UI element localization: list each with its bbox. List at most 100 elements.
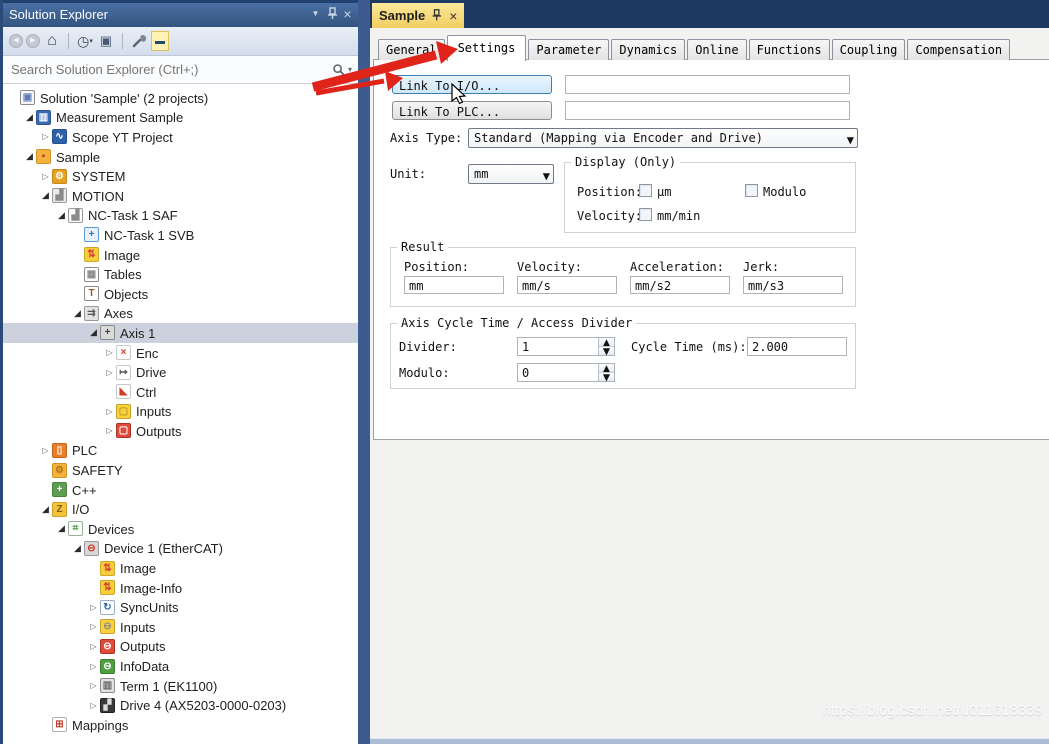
tree-item-devices[interactable]: ◢ ⌗ Devices xyxy=(3,519,358,539)
tree-item-solution-sample-2-projects[interactable]: ▣ Solution 'Sample' (2 projects) xyxy=(3,88,358,108)
tree-item-syncunits[interactable]: ▷ ↻ SyncUnits xyxy=(3,597,358,617)
tree-item-device-1-ethercat[interactable]: ◢ ⊖ Device 1 (EtherCAT) xyxy=(3,539,358,559)
unit-dropdown[interactable]: mm ▼ xyxy=(468,164,554,184)
tree-item-image[interactable]: ⇅ Image xyxy=(3,245,358,265)
tree-item-measurement-sample[interactable]: ◢ ▥ Measurement Sample xyxy=(3,108,358,128)
tree-item-plc[interactable]: ▷ ▯ PLC xyxy=(3,441,358,461)
tree-item-c[interactable]: + C++ xyxy=(3,480,358,500)
tree-item-inputs[interactable]: ▷ ▢ Inputs xyxy=(3,402,358,422)
tree-item-axis-1[interactable]: ◢ + Axis 1 xyxy=(3,323,358,343)
pin-icon[interactable] xyxy=(432,9,442,22)
sync-with-active-document-icon[interactable]: ◷ ▾ xyxy=(76,31,94,51)
link-to-io-value-field[interactable] xyxy=(565,75,850,94)
tree-item-motion[interactable]: ◢ ▟ MOTION xyxy=(3,186,358,206)
tree-item-outputs[interactable]: ▷ ▢ Outputs xyxy=(3,421,358,441)
search-options-caret-icon[interactable]: ▾ xyxy=(346,65,358,74)
expand-arrow-icon[interactable]: ▷ xyxy=(87,642,100,651)
tree-item-drive[interactable]: ▷ ↦ Drive xyxy=(3,362,358,382)
collapse-arrow-icon[interactable]: ◢ xyxy=(55,523,68,534)
close-icon[interactable]: × xyxy=(449,9,457,23)
tree-item-drive-4-ax5203-0000-0203[interactable]: ▷ ▞ Drive 4 (AX5203-0000-0203) xyxy=(3,695,358,715)
expand-arrow-icon[interactable]: ▷ xyxy=(103,368,116,377)
tree-item-objects[interactable]: T Objects xyxy=(3,284,358,304)
tab-online[interactable]: Online xyxy=(687,39,747,60)
close-icon[interactable]: × xyxy=(341,6,358,22)
stepper-arrows-icon[interactable]: ▲ ▼ xyxy=(598,336,614,357)
collapse-all-icon[interactable]: ▬ xyxy=(151,31,169,51)
link-to-plc-value-field[interactable] xyxy=(565,101,850,120)
home-icon[interactable]: ⌂ xyxy=(43,31,61,51)
expand-arrow-icon[interactable]: ▷ xyxy=(39,446,52,455)
tree-item-enc[interactable]: ▷ × Enc xyxy=(3,343,358,363)
expand-arrow-icon[interactable]: ▷ xyxy=(87,681,100,690)
document-tab-sample[interactable]: Sample × xyxy=(372,3,465,28)
tree-item-mappings[interactable]: ⊞ Mappings xyxy=(3,715,358,735)
collapse-arrow-icon[interactable]: ◢ xyxy=(71,308,84,319)
collapse-arrow-icon[interactable]: ◢ xyxy=(55,210,68,221)
tree-item-safety[interactable]: ⚙ SAFETY xyxy=(3,460,358,480)
tree-item-outputs[interactable]: ▷ ⊖ Outputs xyxy=(3,637,358,657)
expand-arrow-icon[interactable]: ▷ xyxy=(87,662,100,671)
collapse-arrow-icon[interactable]: ◢ xyxy=(39,504,52,515)
properties-wrench-icon[interactable] xyxy=(130,31,148,51)
tree-item-term-1-ek1100[interactable]: ▷ ▥ Term 1 (EK1100) xyxy=(3,676,358,696)
tree-item-image-info[interactable]: ⇅ Image-Info xyxy=(3,578,358,598)
expand-arrow-icon[interactable]: ▷ xyxy=(103,426,116,435)
pin-icon[interactable] xyxy=(324,6,341,21)
tree-item-ctrl[interactable]: ◣ Ctrl xyxy=(3,382,358,402)
expand-arrow-icon[interactable]: ▷ xyxy=(39,172,52,181)
tab-functions[interactable]: Functions xyxy=(748,39,830,60)
tree-item-tables[interactable]: ▦ Tables xyxy=(3,264,358,284)
tree-item-label: Outputs xyxy=(136,423,182,439)
twincat-project-icon: ▪ xyxy=(36,149,51,165)
inputs-icon: ▢ xyxy=(116,403,131,419)
window-position-menu-icon[interactable]: ▼ xyxy=(307,9,324,18)
velocity-mm-min-checkbox[interactable] xyxy=(639,208,652,221)
modulo-stepper[interactable]: 0 ▲ ▼ xyxy=(517,362,615,383)
tree-item-inputs[interactable]: ▷ ⊖ Inputs xyxy=(3,617,358,637)
expand-arrow-icon[interactable]: ▷ xyxy=(87,622,100,631)
search-input[interactable] xyxy=(3,62,332,77)
position-um-checkbox[interactable] xyxy=(639,184,652,197)
link-to-io-button[interactable]: Link To I/O... xyxy=(392,75,552,94)
panel-splitter[interactable] xyxy=(358,0,370,744)
expand-arrow-icon[interactable]: ▷ xyxy=(103,407,116,416)
tree-item-nc-task-1-svb[interactable]: + NC-Task 1 SVB xyxy=(3,225,358,245)
tree-item-image[interactable]: ⇅ Image xyxy=(3,558,358,578)
tree-item-i-o[interactable]: ◢ Z I/O xyxy=(3,499,358,519)
tree-item-system[interactable]: ▷ ⚙ SYSTEM xyxy=(3,166,358,186)
back-icon[interactable]: ◀ xyxy=(9,34,23,48)
tab-settings[interactable]: Settings xyxy=(446,35,527,61)
tree-item-scope-yt-project[interactable]: ▷ ∿ Scope YT Project xyxy=(3,127,358,147)
tree-item-infodata[interactable]: ▷ ⊖ InfoData xyxy=(3,656,358,676)
show-all-files-icon[interactable]: ▣ xyxy=(97,31,115,51)
collapse-arrow-icon[interactable]: ◢ xyxy=(71,543,84,554)
collapse-arrow-icon[interactable]: ◢ xyxy=(23,151,36,162)
expand-arrow-icon[interactable]: ▷ xyxy=(103,348,116,357)
result-acceleration-field[interactable]: mm/s2 xyxy=(630,276,730,294)
expand-arrow-icon[interactable]: ▷ xyxy=(87,603,100,612)
collapse-arrow-icon[interactable]: ◢ xyxy=(39,190,52,201)
divider-stepper[interactable]: 1 ▲ ▼ xyxy=(517,336,615,357)
result-position-field[interactable]: mm xyxy=(404,276,504,294)
tab-coupling[interactable]: Coupling xyxy=(831,39,906,60)
tab-compensation[interactable]: Compensation xyxy=(907,39,1011,60)
modulo-checkbox[interactable] xyxy=(745,184,758,197)
forward-icon[interactable]: ▶ xyxy=(26,34,40,48)
result-velocity-field[interactable]: mm/s xyxy=(517,276,617,294)
tab-dynamics[interactable]: Dynamics xyxy=(611,39,686,60)
tree-item-sample[interactable]: ◢ ▪ Sample xyxy=(3,147,358,167)
tree-item-nc-task-1-saf[interactable]: ◢ ▟ NC-Task 1 SAF xyxy=(3,206,358,226)
axis-type-dropdown[interactable]: Standard (Mapping via Encoder and Drive)… xyxy=(468,128,858,148)
tree-item-axes[interactable]: ◢ ⇉ Axes xyxy=(3,304,358,324)
collapse-arrow-icon[interactable]: ◢ xyxy=(23,112,36,123)
tab-parameter[interactable]: Parameter xyxy=(528,39,610,60)
search-icon[interactable] xyxy=(332,63,346,77)
expand-arrow-icon[interactable]: ▷ xyxy=(39,132,52,141)
link-to-plc-button[interactable]: Link To PLC... xyxy=(392,101,552,120)
collapse-arrow-icon[interactable]: ◢ xyxy=(87,327,100,338)
cycle-time-field[interactable]: 2.000 xyxy=(747,337,847,356)
result-jerk-field[interactable]: mm/s3 xyxy=(743,276,843,294)
tab-general[interactable]: General xyxy=(378,39,445,60)
expand-arrow-icon[interactable]: ▷ xyxy=(87,701,100,710)
